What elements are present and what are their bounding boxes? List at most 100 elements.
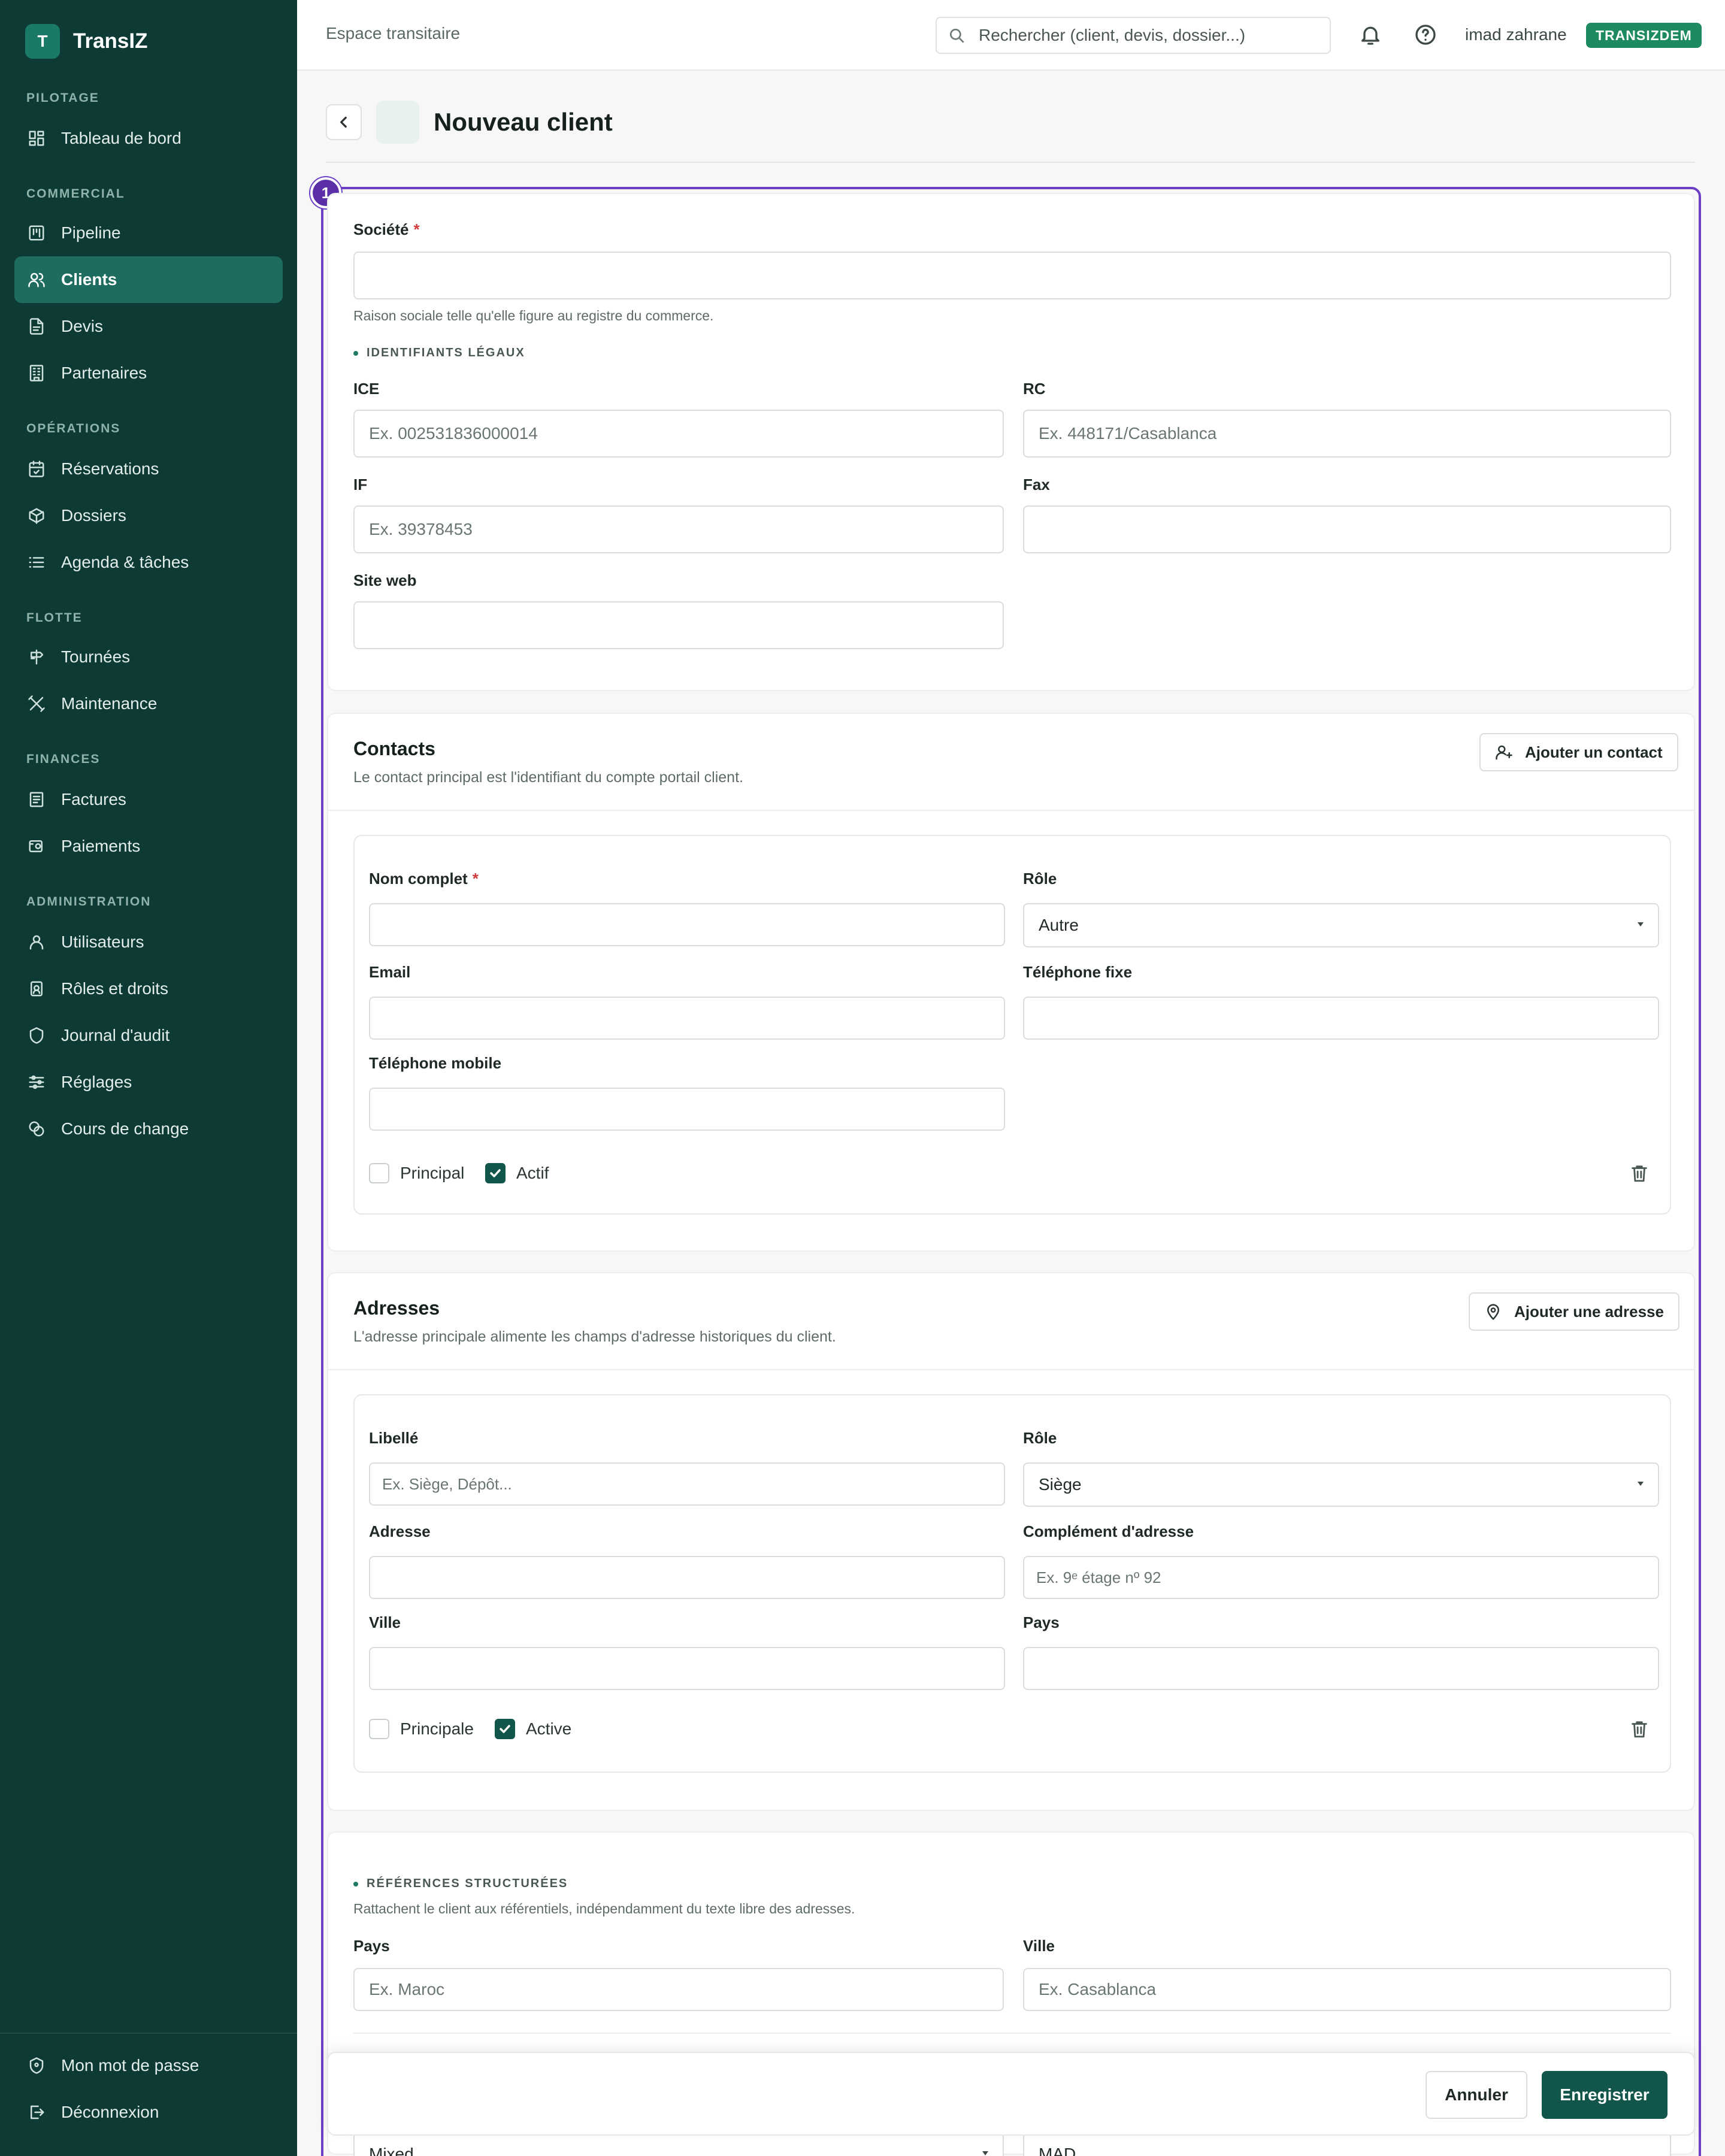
sidebar-item-label: Tableau de bord [61,129,181,147]
contact-actif-checkbox[interactable]: Actif [485,1163,549,1183]
telephone-fixe-input[interactable] [1023,997,1659,1040]
checkbox-box[interactable] [369,1163,389,1183]
map-pin-icon [1487,1304,1499,1320]
bell-icon[interactable] [1358,23,1382,47]
rc-label: RC [1023,380,1046,398]
sidebar-item-maintenance[interactable]: Maintenance [14,680,283,727]
fax-input[interactable] [1023,505,1671,553]
address-pays-input[interactable] [1023,1647,1659,1690]
caret-down-icon [982,2151,988,2155]
contact-role-label: Rôle [1023,870,1057,888]
sidebar-item-cours-de-change[interactable]: Cours de change [14,1106,283,1152]
address-active-checkbox[interactable]: Active [495,1719,571,1739]
adresse-label: Adresse [369,1522,431,1540]
complement-input[interactable] [1023,1556,1659,1599]
currency-field[interactable]: MAD [1023,2132,1671,2156]
user-icon [28,933,46,951]
company-card: Société * Raison sociale telle qu'elle fi… [327,193,1695,691]
ref-pays-input[interactable] [353,1968,1004,2011]
sidebar-item-partenaires[interactable]: Partenaires [14,350,283,396]
sidebar-item-reglages[interactable]: Réglages [14,1059,283,1106]
adresse-input[interactable] [369,1556,1005,1599]
sidebar-item-devis[interactable]: Devis [14,303,283,350]
search-box[interactable] [936,17,1331,54]
nav-section-operations: OPÉRATIONS [26,422,121,435]
site-web-input[interactable] [353,601,1004,649]
sidebar-item-tableau-de-bord[interactable]: Tableau de bord [14,115,283,162]
checkbox-box[interactable] [369,1719,389,1739]
checkbox-checked-icon[interactable] [495,1719,515,1739]
address-principale-checkbox[interactable]: Principale [369,1719,474,1739]
contacts-divider [328,810,1694,811]
sidebar-item-label: Déconnexion [61,2103,159,2121]
nom-complet-label: Nom complet * [369,870,479,888]
references-divider [353,2033,1671,2034]
help-icon[interactable] [1414,23,1438,47]
sidebar-item-label: Partenaires [61,364,147,382]
sidebar-item-deconnexion[interactable]: Déconnexion [14,2089,283,2136]
sidebar-item-mot-de-passe[interactable]: Mon mot de passe [14,2042,283,2089]
sidebar-item-factures[interactable]: Factures [14,776,283,823]
user-name[interactable]: imad zahrane [1465,25,1567,44]
sidebar-item-clients[interactable]: Clients [14,256,283,303]
caret-down-icon [1638,1482,1644,1486]
search-input[interactable] [979,18,1326,53]
breadcrumb: Espace transitaire [326,24,461,43]
contact-principal-checkbox[interactable]: Principal [369,1163,464,1183]
ice-input[interactable] [353,410,1004,458]
sidebar-item-agenda[interactable]: Agenda & tâches [14,539,283,586]
address-ville-input[interactable] [369,1647,1005,1690]
address-pays-label: Pays [1023,1613,1060,1631]
save-button[interactable]: Enregistrer [1542,2071,1668,2119]
add-contact-button[interactable]: Ajouter un contact [1479,733,1678,771]
contacts-title: Contacts [353,738,435,759]
sidebar-item-pipeline[interactable]: Pipeline [14,210,283,256]
address-role-select[interactable]: Siège [1023,1462,1659,1507]
sidebar-item-paiements[interactable]: Paiements [14,823,283,870]
chevron-left-icon [340,116,347,128]
coins-icon [28,1120,46,1138]
sidebar-item-label: Réglages [61,1073,132,1091]
libelle-input[interactable] [369,1462,1005,1506]
sidebar-item-dossiers[interactable]: Dossiers [14,492,283,539]
search-icon [948,26,967,46]
back-button[interactable] [326,104,362,140]
contact-role-select[interactable]: Autre [1023,903,1659,947]
ref-pays-label: Pays [353,1937,390,1955]
users-icon [28,271,46,289]
pipeline-icon [28,224,46,242]
sidebar-item-label: Clients [61,270,117,289]
ref-ville-input[interactable] [1023,1968,1671,2011]
if-input[interactable] [353,505,1004,553]
sidebar-item-label: Mon mot de passe [61,2056,199,2075]
fax-label: Fax [1023,476,1050,493]
sidebar-item-label: Rôles et droits [61,979,168,998]
trash-icon[interactable] [1629,1163,1650,1183]
sidebar-item-label: Tournées [61,647,131,666]
checkbox-checked-icon[interactable] [485,1163,506,1183]
id-badge-icon [28,980,46,998]
addresses-title: Adresses [353,1297,440,1319]
cancel-button[interactable]: Annuler [1426,2071,1527,2119]
rc-input[interactable] [1023,410,1671,458]
brand[interactable]: T TransIZ [25,24,147,59]
sidebar-item-roles[interactable]: Rôles et droits [14,965,283,1012]
signpost-icon [28,648,46,666]
email-input[interactable] [369,997,1005,1040]
partial-select[interactable]: Mixed [353,2132,1004,2156]
sidebar-item-tournees[interactable]: Tournées [14,634,283,680]
nav-section-pilotage: PILOTAGE [26,91,99,105]
sidebar-item-label: Utilisateurs [61,932,144,951]
sidebar-item-reservations[interactable]: Réservations [14,446,283,492]
telephone-mobile-input[interactable] [369,1088,1005,1131]
contacts-subtitle: Le contact principal est l'identifiant d… [353,769,743,786]
nom-complet-input[interactable] [369,903,1005,946]
add-address-button[interactable]: Ajouter une adresse [1469,1292,1679,1331]
sidebar-item-utilisateurs[interactable]: Utilisateurs [14,919,283,965]
trash-icon[interactable] [1629,1719,1650,1739]
societe-label: Société * [353,220,420,238]
references-heading: RÉFÉRENCES STRUCTURÉES [353,1877,568,1891]
sidebar-item-audit[interactable]: Journal d'audit [14,1012,283,1059]
addresses-subtitle: L'adresse principale alimente les champs… [353,1328,836,1345]
societe-input[interactable] [353,252,1671,299]
